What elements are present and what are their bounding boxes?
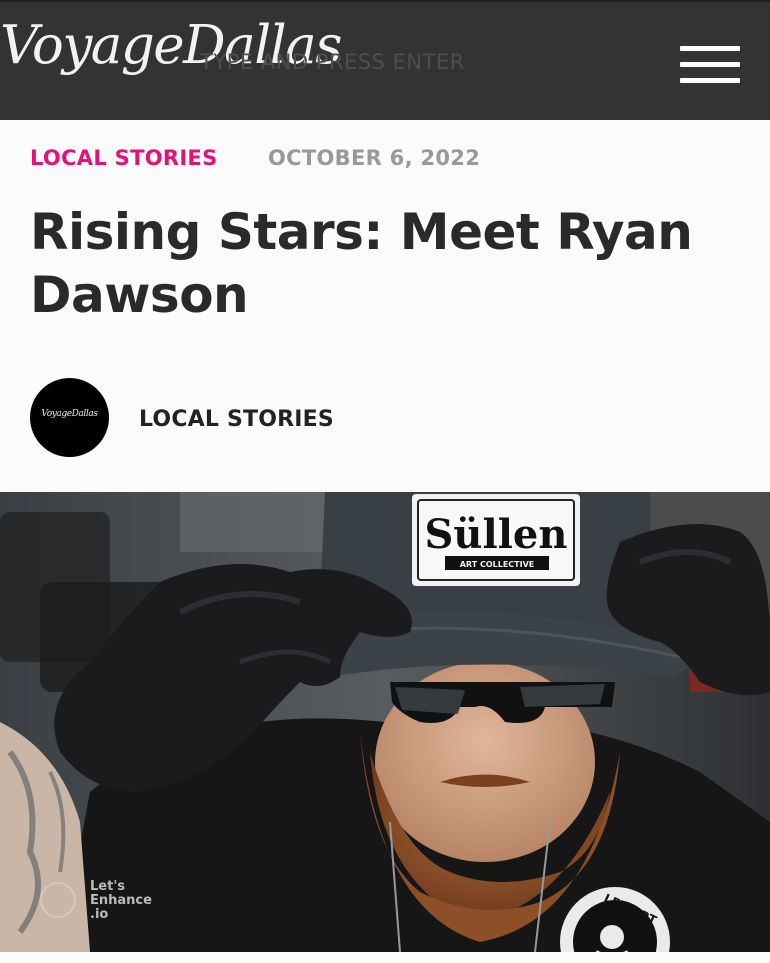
avatar-logo-text: VoyageDallas (41, 409, 98, 419)
site-header: VoyageDallas TYPE AND PRESS ENTER (0, 0, 770, 120)
watermark-text: Let's Enhance .io (90, 879, 152, 922)
hat-sub-text: ART COLLECTIVE (460, 560, 535, 569)
page-bottom (0, 952, 770, 963)
category-link[interactable]: LOCAL STORIES (30, 146, 218, 170)
article-title: Rising Stars: Meet Ryan Dawson (30, 203, 693, 324)
search-placeholder[interactable]: TYPE AND PRESS ENTER (200, 50, 465, 74)
author-avatar[interactable]: VoyageDallas (30, 378, 109, 457)
hamburger-menu-icon[interactable] (680, 46, 740, 84)
hat-brand-text: Süllen (425, 511, 568, 558)
author-name-link[interactable]: LOCAL STORIES (139, 407, 334, 432)
hero-image: Süllen ART COLLECTIVE LEN ART Let's Enha… (0, 492, 770, 952)
post-date: OCTOBER 6, 2022 (268, 146, 481, 170)
watermark-circle-icon (40, 882, 76, 918)
